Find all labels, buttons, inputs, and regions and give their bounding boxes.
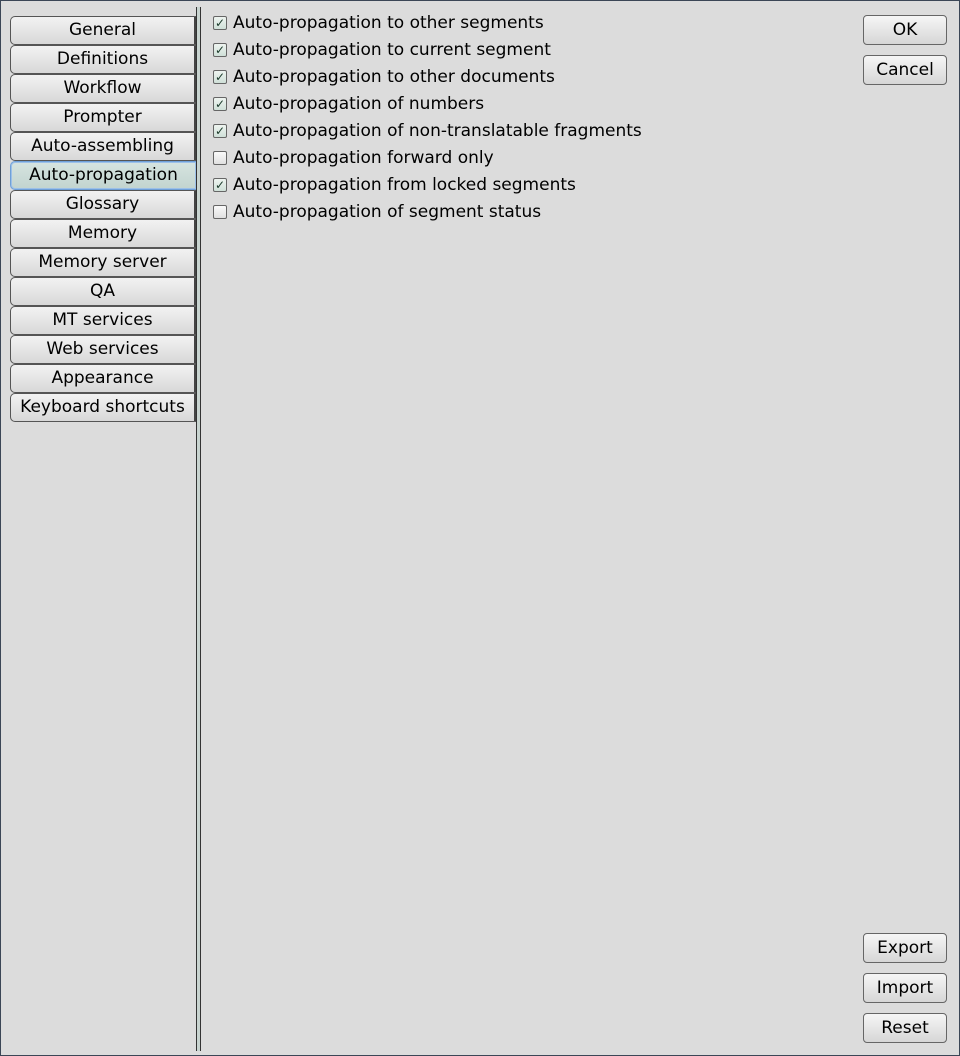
checkbox[interactable]: ✓ — [213, 69, 227, 84]
preferences-dialog: General Definitions Workflow Prompter Auto-a… — [0, 0, 960, 1056]
sidebar-item-glossary[interactable]: Glossary — [10, 190, 197, 219]
sidebar-item-mt-services[interactable]: MT services — [10, 306, 197, 335]
option-row[interactable]: ✓ Auto-propagation of non-translatable fr… — [213, 117, 642, 144]
option-label[interactable]: Auto-propagation of non-translatable fra… — [233, 121, 642, 141]
splitter[interactable] — [196, 7, 201, 1051]
option-row[interactable]: ✓ Auto-propagation to other segments — [213, 9, 642, 36]
option-row[interactable]: Auto-propagation of segment status — [213, 198, 642, 225]
checkbox[interactable]: ✓ — [213, 42, 227, 57]
option-row[interactable]: ✓ Auto-propagation to current segment — [213, 36, 642, 63]
option-label[interactable]: Auto-propagation forward only — [233, 148, 494, 168]
option-label[interactable]: Auto-propagation of segment status — [233, 202, 541, 222]
sidebar-item-auto-propagation[interactable]: Auto-propagation — [10, 161, 197, 190]
sidebar-item-keyboard-shortcuts[interactable]: Keyboard shortcuts — [10, 393, 197, 422]
sidebar-item-qa[interactable]: QA — [10, 277, 197, 306]
options-list: ✓ Auto-propagation to other segments ✓ Auto… — [213, 9, 642, 225]
sidebar-item-workflow[interactable]: Workflow — [10, 74, 197, 103]
option-row[interactable]: Auto-propagation forward only — [213, 144, 642, 171]
sidebar-item-memory[interactable]: Memory — [10, 219, 197, 248]
option-label[interactable]: Auto-propagation from locked segments — [233, 175, 576, 195]
ok-button[interactable]: OK — [863, 15, 947, 45]
reset-button[interactable]: Reset — [863, 1013, 947, 1043]
sidebar-item-memory-server[interactable]: Memory server — [10, 248, 197, 277]
checkbox[interactable]: ✓ — [213, 96, 227, 111]
checkbox[interactable]: ✓ — [213, 15, 227, 30]
sidebar-item-appearance[interactable]: Appearance — [10, 364, 197, 393]
cancel-button[interactable]: Cancel — [863, 55, 947, 85]
option-row[interactable]: ✓ Auto-propagation from locked segments — [213, 171, 642, 198]
sidebar-item-prompter[interactable]: Prompter — [10, 103, 197, 132]
checkbox[interactable] — [213, 150, 227, 165]
sidebar: General Definitions Workflow Prompter Auto-a… — [10, 16, 197, 422]
option-label[interactable]: Auto-propagation to other documents — [233, 67, 555, 87]
option-label[interactable]: Auto-propagation to other segments — [233, 13, 544, 33]
sidebar-item-auto-assembling[interactable]: Auto-assembling — [10, 132, 197, 161]
option-label[interactable]: Auto-propagation of numbers — [233, 94, 484, 114]
sidebar-item-web-services[interactable]: Web services — [10, 335, 197, 364]
import-button[interactable]: Import — [863, 973, 947, 1003]
checkbox[interactable]: ✓ — [213, 177, 227, 192]
sidebar-item-general[interactable]: General — [10, 16, 197, 45]
checkbox[interactable] — [213, 204, 227, 219]
checkbox[interactable]: ✓ — [213, 123, 227, 138]
export-button[interactable]: Export — [863, 933, 947, 963]
option-label[interactable]: Auto-propagation to current segment — [233, 40, 551, 60]
option-row[interactable]: ✓ Auto-propagation to other documents — [213, 63, 642, 90]
sidebar-item-definitions[interactable]: Definitions — [10, 45, 197, 74]
option-row[interactable]: ✓ Auto-propagation of numbers — [213, 90, 642, 117]
